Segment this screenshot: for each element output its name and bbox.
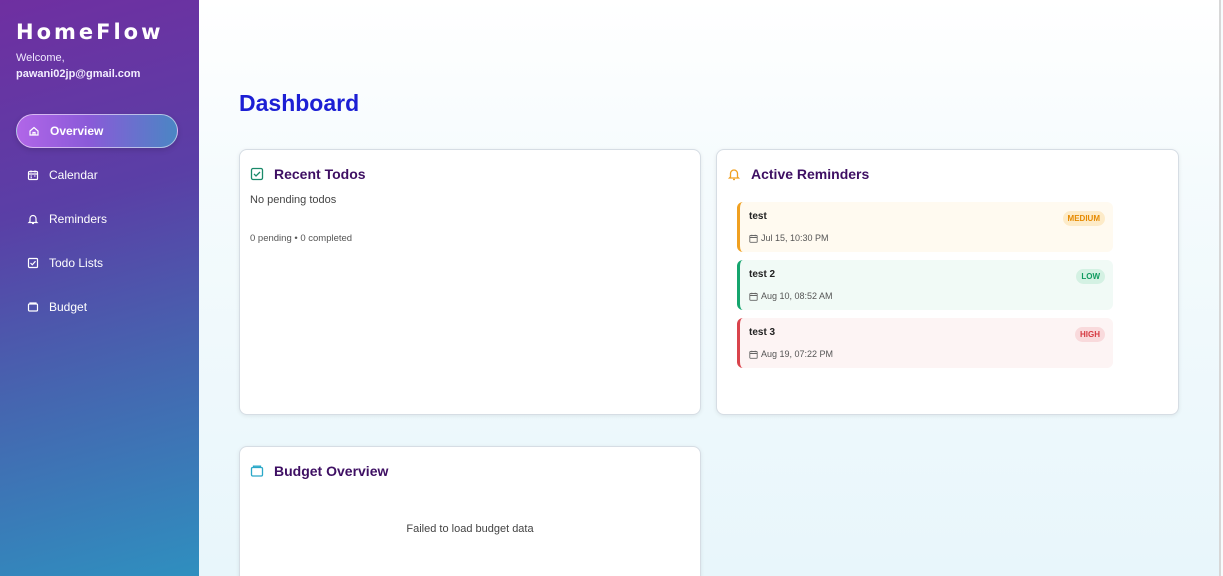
sidebar: HomeFlow Welcome, pawani02jp@gmail.com O… — [0, 0, 199, 576]
reminder-item[interactable]: test MEDIUM Jul 15, 10:30 PM — [737, 202, 1113, 252]
reminder-item[interactable]: test 3 HIGH Aug 19, 07:22 PM — [737, 318, 1113, 368]
reminder-item[interactable]: test 2 LOW Aug 10, 08:52 AM — [737, 260, 1113, 310]
sidebar-item-label: Calendar — [49, 168, 98, 182]
reminder-date: Jul 15, 10:30 PM — [761, 233, 829, 243]
home-icon — [28, 125, 40, 137]
priority-badge: LOW — [1076, 269, 1105, 284]
calendar-icon — [749, 292, 758, 301]
calendar-icon — [27, 169, 39, 181]
budget-overview-card: Budget Overview Failed to load budget da… — [239, 446, 701, 576]
sidebar-item-label: Budget — [49, 300, 88, 314]
checkbox-icon — [27, 257, 39, 269]
sidebar-item-reminders[interactable]: Reminders — [16, 202, 178, 236]
sidebar-nav: Overview Calendar Reminders Todo Lists B… — [16, 114, 178, 334]
calendar-icon — [749, 234, 758, 243]
wallet-icon — [250, 464, 264, 478]
todos-stats: 0 pending • 0 completed — [250, 233, 353, 244]
todos-empty-text: No pending todos — [250, 194, 337, 206]
sidebar-item-budget[interactable]: Budget — [16, 290, 178, 324]
calendar-icon — [749, 350, 758, 359]
reminder-date: Aug 19, 07:22 PM — [761, 349, 834, 359]
welcome-text: Welcome, — [16, 52, 65, 64]
priority-badge: MEDIUM — [1062, 211, 1105, 226]
sidebar-item-label: Todo Lists — [49, 256, 104, 270]
budget-error-message: Failed to load budget data — [406, 523, 534, 535]
user-email: pawani02jp@gmail.com — [16, 68, 141, 80]
sidebar-item-todo-lists[interactable]: Todo Lists — [16, 246, 178, 280]
reminder-title: test 2 — [749, 269, 776, 280]
wallet-icon — [27, 301, 39, 313]
sidebar-item-overview[interactable]: Overview — [16, 114, 178, 148]
brand-logo: HomeFlow — [16, 20, 164, 44]
page-title: Dashboard — [239, 90, 360, 116]
active-reminders-card: Active Reminders test MEDIUM Jul 15, 10:… — [716, 149, 1179, 415]
checkbox-icon — [250, 167, 264, 181]
reminder-list: test MEDIUM Jul 15, 10:30 PM test 2 LOW … — [737, 202, 1113, 376]
active-reminders-title: Active Reminders — [751, 166, 870, 182]
main-content: Dashboard Recent Todos No pending todos … — [199, 0, 1221, 576]
budget-overview-title: Budget Overview — [274, 463, 389, 479]
priority-badge: HIGH — [1075, 327, 1105, 342]
recent-todos-card: Recent Todos No pending todos 0 pending … — [239, 149, 701, 415]
sidebar-item-label: Reminders — [49, 212, 108, 226]
reminder-title: test 3 — [749, 327, 776, 338]
scrollbar[interactable] — [1219, 0, 1221, 576]
sidebar-item-calendar[interactable]: Calendar — [16, 158, 178, 192]
sidebar-item-label: Overview — [50, 124, 104, 138]
reminder-title: test — [749, 211, 767, 222]
reminder-date: Aug 10, 08:52 AM — [761, 291, 833, 301]
recent-todos-title: Recent Todos — [274, 166, 366, 182]
bell-icon — [727, 167, 741, 181]
bell-icon — [27, 213, 39, 225]
